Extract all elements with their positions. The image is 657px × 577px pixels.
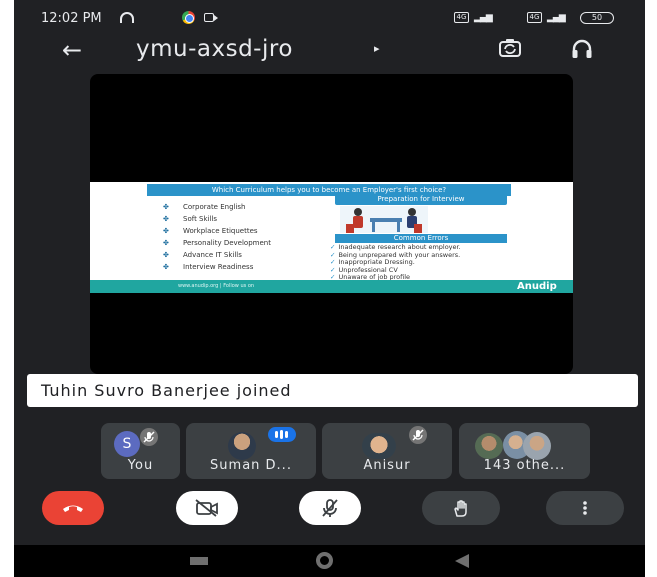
back-icon[interactable] [455,554,469,568]
speaking-indicator-icon [268,427,296,442]
mic-off-icon [409,426,427,444]
participant-tile-self[interactable]: S You [101,423,180,479]
battery-icon: 50 [580,12,614,24]
presentation-video[interactable]: Which Curriculum helps you to become an … [90,74,573,374]
headphones-icon[interactable] [571,39,593,59]
avatar: S [114,431,140,457]
brand-logo: Anudip [517,281,557,292]
preparation-heading: Preparation for Interview [335,194,507,205]
video-off-icon [195,499,218,517]
list-item: ✤ Personality Development [163,239,271,247]
recents-icon[interactable] [190,557,208,565]
phone-hangup-icon [63,505,83,512]
check-icon: ✓ [330,243,336,251]
list-item: ✤ Soft Skills [163,215,218,223]
check-icon: ✓ [330,258,336,266]
camera-toggle-button[interactable] [176,491,238,525]
errors-list: ✓ Inadequate research about employer. ✓ Be… [330,243,461,282]
participant-tile[interactable]: Anisur [322,423,452,479]
errors-heading: Common Errors [335,234,507,243]
list-item: ✤ Advance IT Skills [163,251,242,259]
raise-hand-button[interactable] [422,491,500,525]
shared-slide: Which Curriculum helps you to become an … [90,182,573,293]
participant-tile[interactable]: Suman D... [186,423,316,479]
avatar [362,433,396,459]
meeting-code[interactable]: ymu-axsd-jro [136,36,293,62]
meet-screen: 12:02 PM 4G ▂▄▆ 4G ▂▄▆ 50 ← ymu-axsd-jro… [14,0,645,577]
curriculum-list: ✤ Corporate English ✤ Soft Skills ✤ Workpla… [163,201,271,273]
back-arrow-icon[interactable]: ← [62,38,82,62]
more-options-button[interactable] [546,491,624,525]
avatar [228,432,256,460]
signal-icon-2: ▂▄▆ [547,13,566,23]
list-item: ✤ Corporate English [163,203,246,211]
end-call-button[interactable] [42,491,104,525]
bullet-icon: ✤ [163,251,169,259]
list-item: ✤ Workplace Etiquettes [163,227,258,235]
mic-off-icon [140,428,158,446]
system-navigation-bar [14,545,645,577]
meeting-header: ← ymu-axsd-jro ▸ [14,36,645,76]
participant-name: Anisur [363,458,411,473]
status-bar: 12:02 PM 4G ▂▄▆ 4G ▂▄▆ 50 [14,0,645,36]
slide-footer: www.anudip.org | Follow us on Anudip [90,280,573,293]
chrome-status-icon [182,11,195,24]
switch-camera-icon[interactable] [498,38,522,58]
signal-icon-1: ▂▄▆ [474,13,493,23]
home-icon[interactable] [316,552,333,569]
hand-icon [454,500,467,517]
meeting-details-caret-icon[interactable]: ▸ [374,42,380,55]
bullet-icon: ✤ [163,215,169,223]
participant-tile-others[interactable]: 143 othe... [459,423,590,479]
mic-off-icon [322,499,338,517]
avatar [523,432,551,460]
camera-status-icon [204,13,218,22]
bullet-icon: ✤ [163,227,169,235]
sim1-icon: 4G [454,12,469,23]
list-item: ✤ Interview Readiness [163,263,254,271]
avatar [475,433,503,459]
participant-name: 143 othe... [483,458,566,473]
slide-footer-text: www.anudip.org | Follow us on [178,283,255,289]
sim2-icon: 4G [527,12,542,23]
participant-name: Suman D... [210,458,292,473]
status-time: 12:02 PM [41,11,102,26]
mic-toggle-button[interactable] [299,491,361,525]
bullet-icon: ✤ [163,203,169,211]
join-notification: Tuhin Suvro Banerjee joined [27,374,638,407]
bullet-icon: ✤ [163,263,169,271]
interview-illustration [340,206,428,233]
participant-name: You [127,458,154,473]
more-vert-icon [583,501,587,515]
headset-status-icon [120,12,134,23]
bullet-icon: ✤ [163,239,169,247]
